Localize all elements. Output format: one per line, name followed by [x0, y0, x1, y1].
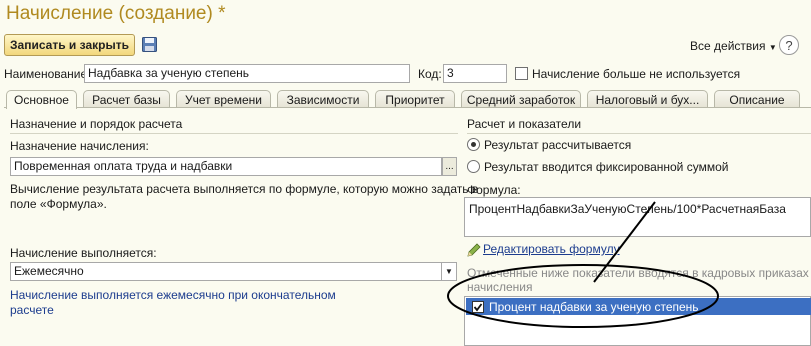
- name-label: Наименование:: [4, 67, 91, 81]
- edit-formula-link[interactable]: Редактировать формулу: [483, 242, 620, 256]
- tab-average-earnings[interactable]: Средний заработок: [461, 90, 581, 108]
- frequency-description: Начисление выполняется ежемесячно при ок…: [10, 288, 350, 318]
- purpose-input[interactable]: Повременная оплата труда и надбавки: [10, 157, 442, 176]
- chevron-down-icon[interactable]: ▼: [442, 262, 457, 281]
- indicators-note-line: начисления: [467, 280, 533, 294]
- window-title: Начисление (создание) *: [6, 3, 226, 24]
- name-input[interactable]: Надбавка за ученую степень: [84, 64, 410, 83]
- purpose-select-button[interactable]: ...: [442, 157, 457, 176]
- tab-base-calculation[interactable]: Расчет базы: [83, 90, 170, 108]
- radio-calculated[interactable]: [467, 138, 480, 151]
- pencil-icon: [467, 243, 481, 257]
- section-separator: [10, 133, 458, 134]
- formula-label: Формула:: [467, 183, 521, 197]
- section-title-calculation: Расчет и показатели: [467, 117, 582, 131]
- tab-priority[interactable]: Приоритет: [375, 90, 455, 108]
- tab-label: Учет времени: [185, 92, 262, 107]
- code-label: Код:: [418, 67, 442, 81]
- unused-checkbox[interactable]: [515, 67, 528, 80]
- radio-fixed[interactable]: [467, 160, 480, 173]
- tab-label: Средний заработок: [466, 92, 576, 107]
- tab-label: Приоритет: [385, 92, 445, 107]
- list-item[interactable]: Процент надбавки за ученую степень: [466, 298, 811, 315]
- indicator-label: Процент надбавки за ученую степень: [489, 299, 699, 314]
- chevron-down-icon: ▼: [768, 43, 777, 52]
- formula-input[interactable]: ПроцентНадбавкиЗаУченуюСтепень/100*Расче…: [464, 197, 811, 237]
- indicators-note: Отмеченные ниже показатели вводятся в ка…: [467, 266, 811, 294]
- formula-description-line: поле «Формула».: [10, 197, 107, 211]
- tab-label: Зависимости: [286, 92, 360, 107]
- frequency-description-line: расчете: [10, 303, 54, 317]
- frequency-label: Начисление выполняется:: [10, 246, 157, 260]
- code-input[interactable]: 3: [443, 64, 507, 83]
- radio-selected-dot: [471, 142, 476, 147]
- unused-checkbox-label: Начисление больше не используется: [532, 67, 741, 81]
- all-actions-label: Все действия: [690, 39, 766, 53]
- purpose-label: Назначение начисления:: [10, 139, 149, 153]
- radio-fixed-label: Результат вводится фиксированной суммой: [484, 160, 729, 174]
- floppy-disk-icon[interactable]: [142, 37, 157, 52]
- tab-time-accounting[interactable]: Учет времени: [176, 90, 271, 108]
- tab-label: Налоговый и бух...: [595, 92, 700, 107]
- indicator-checkbox[interactable]: [472, 300, 484, 313]
- formula-description-line: Вычисление результата расчета выполняетс…: [10, 182, 479, 196]
- tab-tax-accounting[interactable]: Налоговый и бух...: [587, 90, 708, 108]
- radio-calculated-label: Результат рассчитывается: [484, 138, 632, 152]
- tab-description[interactable]: Описание: [714, 90, 800, 108]
- help-button[interactable]: ?: [779, 35, 799, 55]
- tab-main[interactable]: Основное: [6, 90, 77, 109]
- tab-label: Расчет базы: [92, 92, 161, 107]
- section-separator: [467, 133, 811, 134]
- frequency-description-line: Начисление выполняется ежемесячно при ок…: [10, 288, 336, 302]
- tab-label: Описание: [729, 92, 785, 107]
- section-title-purpose: Назначение и порядок расчета: [10, 117, 183, 131]
- frequency-select[interactable]: Ежемесячно: [10, 262, 442, 281]
- save-and-close-button[interactable]: Записать и закрыть: [4, 34, 135, 56]
- all-actions-menu[interactable]: Все действия ▼: [690, 39, 777, 53]
- checkmark-icon: [473, 302, 483, 311]
- formula-description: Вычисление результата расчета выполняетс…: [10, 182, 479, 212]
- indicators-note-line: Отмеченные ниже показатели вводятся в ка…: [467, 266, 811, 280]
- tab-label: Основное: [14, 93, 69, 107]
- tab-dependencies[interactable]: Зависимости: [277, 90, 369, 108]
